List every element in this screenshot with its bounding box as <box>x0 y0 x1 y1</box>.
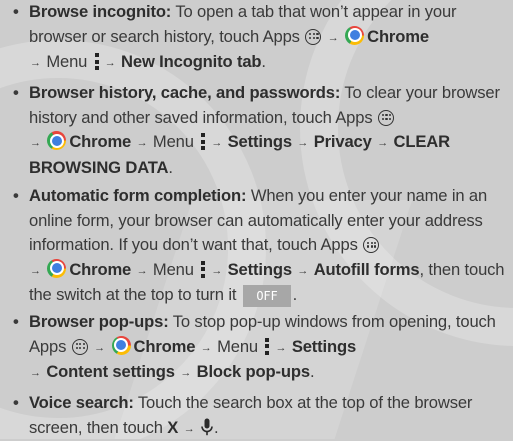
apps-icon <box>377 109 394 126</box>
chrome-label: Chrome <box>367 26 429 46</box>
step-label: New Incognito tab <box>121 52 262 71</box>
tip-heading: Voice search: <box>29 393 134 412</box>
arrow-icon: → <box>297 137 309 149</box>
arrow-icon: → <box>136 137 148 149</box>
tip-browse-incognito: • Browse incognito: To open a tab that w… <box>13 0 509 76</box>
chrome-label: Chrome <box>133 336 196 356</box>
tip-heading: Automatic form completion: <box>29 186 247 205</box>
help-page-content: • Browse incognito: To open a tab that w… <box>0 0 513 439</box>
period: . <box>292 285 298 304</box>
menu-label: Menu <box>152 132 194 151</box>
arrow-icon: → <box>30 137 41 149</box>
period: . <box>214 417 219 437</box>
menu-icon <box>201 133 206 150</box>
menu-icon <box>94 53 99 70</box>
step-label: Settings <box>291 336 357 356</box>
apps-icon <box>71 338 88 355</box>
menu-label: Menu <box>217 336 259 356</box>
tip-automatic-form-completion: • Automatic form completion: When you en… <box>13 184 509 308</box>
microphone-icon <box>201 418 213 435</box>
apps-icon <box>363 237 380 253</box>
step-label: Privacy <box>313 132 372 151</box>
arrow-icon: → <box>211 137 223 149</box>
arrow-icon: → <box>183 422 195 435</box>
arrow-icon: → <box>104 57 116 69</box>
arrow-icon: → <box>377 137 389 149</box>
arrow-icon: → <box>297 264 309 277</box>
arrow-icon: → <box>275 341 287 354</box>
chrome-icon <box>47 131 67 150</box>
tip-heading: Browser pop-ups: <box>29 312 169 331</box>
arrow-icon: → <box>200 341 212 354</box>
step-label: Settings <box>227 132 292 151</box>
bullet: • <box>13 393 19 412</box>
arrow-icon: → <box>30 367 41 379</box>
tip-browser-popups: • Browser pop-ups: To stop pop-up window… <box>13 310 509 386</box>
tip-heading: Browse incognito: <box>29 2 172 21</box>
bullet: • <box>13 312 19 331</box>
bullet: • <box>13 83 19 102</box>
chrome-icon <box>345 25 365 45</box>
arrow-icon: → <box>136 264 148 277</box>
arrow-icon: → <box>94 341 106 354</box>
menu-label: Menu <box>152 259 194 279</box>
chrome-label: Chrome <box>69 132 132 151</box>
step-label: Block pop-ups <box>196 362 310 381</box>
menu-label: Menu <box>46 52 88 71</box>
arrow-icon: → <box>211 264 223 277</box>
close-x-key: X <box>167 417 179 437</box>
arrow-icon: → <box>327 31 339 44</box>
bullet: • <box>13 2 19 21</box>
tip-browser-history: • Browser history, cache, and passwords:… <box>13 81 509 180</box>
step-label: Settings <box>227 259 292 279</box>
menu-icon <box>265 337 270 355</box>
chrome-icon <box>47 258 67 278</box>
step-label: Autofill forms <box>313 259 420 279</box>
menu-icon <box>201 260 206 278</box>
arrow-icon: → <box>30 264 41 277</box>
apps-icon <box>305 28 322 45</box>
bullet: • <box>13 186 19 205</box>
period: . <box>309 362 315 381</box>
arrow-icon: → <box>30 57 41 69</box>
arrow-icon: → <box>180 367 192 379</box>
off-switch[interactable]: OFF <box>243 285 291 307</box>
chrome-icon <box>111 335 131 355</box>
period: . <box>168 157 173 177</box>
chrome-label: Chrome <box>69 259 132 279</box>
period: . <box>261 52 266 71</box>
tip-voice-search: • Voice search: Touch the search box at … <box>13 391 509 441</box>
tip-heading: Browser history, cache, and passwords: <box>29 83 341 102</box>
step-label: Content settings <box>46 362 175 381</box>
